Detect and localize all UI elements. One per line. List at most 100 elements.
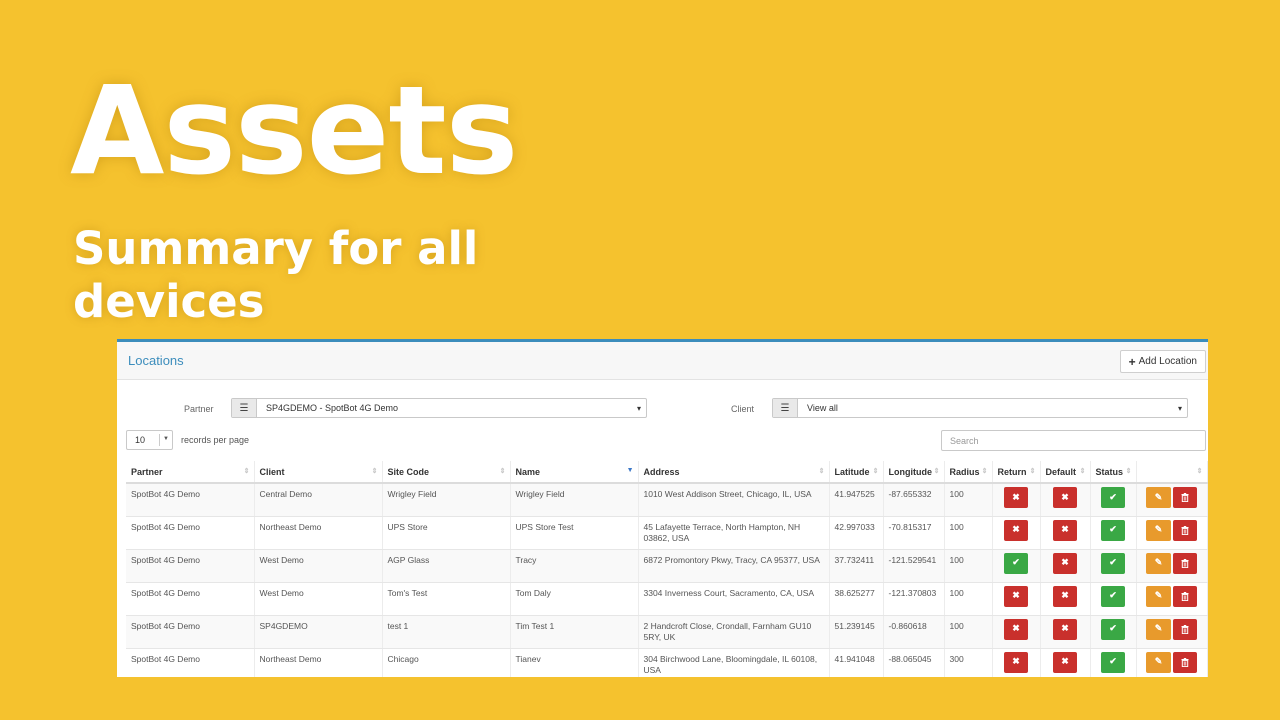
column-header-label: Partner [131, 466, 163, 477]
delete-button[interactable] [1173, 585, 1197, 607]
return-toggle-button[interactable]: ✖ [1004, 651, 1028, 673]
column-header[interactable]: Client ⇕ [254, 461, 383, 484]
list-icon: ☰ [773, 399, 798, 417]
status-toggle-button[interactable]: ✔ [1101, 552, 1125, 574]
add-location-button[interactable]: + Add Location [1119, 350, 1206, 373]
cell-longitude: -121.529541 [883, 549, 945, 583]
return-toggle-button[interactable]: ✖ [1004, 618, 1028, 640]
cell-actions: ✎ [1136, 516, 1208, 550]
column-header[interactable]: Latitude ⇕ [829, 461, 884, 484]
close-icon: ✖ [1012, 491, 1020, 502]
status-toggle-button[interactable]: ✔ [1101, 618, 1125, 640]
cell-latitude: 41.941048 [829, 648, 884, 677]
cell-longitude: -121.370803 [883, 582, 945, 616]
close-icon: ✖ [1012, 656, 1020, 667]
column-header-label: Client [259, 466, 285, 477]
delete-button[interactable] [1173, 487, 1197, 508]
locations-table: Partner ⇕ Client ⇕ Site Code ⇕ Name ▼ Address ⇕ La… [126, 461, 1208, 677]
default-toggle-button[interactable]: ✖ [1053, 651, 1077, 673]
default-toggle-button[interactable]: ✖ [1053, 618, 1077, 640]
cell-latitude: 41.947525 [829, 483, 884, 517]
column-header-label: Default [1045, 466, 1077, 477]
cell-address: 3304 Inverness Court, Sacramento, CA, US… [638, 582, 830, 616]
cell-status: ✔ [1090, 516, 1137, 550]
edit-icon: ✎ [1154, 656, 1163, 667]
column-header[interactable]: Status ⇕ [1090, 461, 1137, 484]
column-header[interactable]: Site Code ⇕ [382, 461, 511, 484]
cell-radius: 100 [944, 615, 993, 649]
delete-button[interactable] [1173, 552, 1197, 574]
check-icon: ✔ [1109, 590, 1117, 601]
status-toggle-button[interactable]: ✔ [1101, 519, 1125, 541]
cell-longitude: -70.815317 [883, 516, 945, 550]
records-per-page-select[interactable]: 10 ▼ [126, 430, 173, 450]
default-toggle-button[interactable]: ✖ [1053, 487, 1077, 508]
cell-client: SP4GDEMO [254, 615, 383, 649]
cell-status: ✔ [1090, 648, 1137, 677]
table-body: SpotBot 4G Demo Central Demo Wrigley Field… [126, 483, 1208, 677]
cell-latitude: 42.997033 [829, 516, 884, 550]
cell-partner: SpotBot 4G Demo [126, 648, 255, 677]
chevron-down-icon: ▾ [636, 403, 641, 413]
return-toggle-button[interactable]: ✖ [1004, 487, 1028, 508]
partner-select[interactable]: ☰ SP4GDEMO - SpotBot 4G Demo ▾ [231, 398, 647, 418]
cell-actions: ✎ [1136, 615, 1208, 649]
client-select[interactable]: ☰ View all ▾ [772, 398, 1188, 418]
cell-status: ✔ [1090, 615, 1137, 649]
trash-icon [1181, 525, 1189, 535]
column-header-label: Radius [949, 466, 980, 477]
column-header-label: Site Code [387, 466, 430, 477]
cell-latitude: 37.732411 [829, 549, 884, 583]
partner-label: Partner [184, 404, 214, 414]
cell-default: ✖ [1040, 516, 1091, 550]
return-toggle-button[interactable]: ✖ [1004, 519, 1028, 541]
trash-icon [1181, 657, 1189, 667]
cell-status: ✔ [1090, 582, 1137, 616]
status-toggle-button[interactable]: ✔ [1101, 585, 1125, 607]
cell-actions: ✎ [1136, 582, 1208, 616]
edit-button[interactable]: ✎ [1146, 552, 1171, 574]
close-icon: ✖ [1012, 590, 1020, 601]
column-header[interactable]: Radius ⇕ [944, 461, 993, 484]
return-toggle-button[interactable]: ✔ [1004, 552, 1028, 574]
cell-partner: SpotBot 4G Demo [126, 516, 255, 550]
delete-button[interactable] [1173, 618, 1197, 640]
column-header[interactable]: Partner ⇕ [126, 461, 255, 484]
cell-name: Tianev [510, 648, 639, 677]
edit-button[interactable]: ✎ [1146, 651, 1171, 673]
edit-button[interactable]: ✎ [1146, 618, 1171, 640]
cell-actions: ✎ [1136, 483, 1208, 517]
edit-button[interactable]: ✎ [1146, 487, 1171, 508]
sort-icon: ⇕ [243, 468, 250, 475]
cell-address: 45 Lafayette Terrace, North Hampton, NH … [638, 516, 830, 550]
default-toggle-button[interactable]: ✖ [1053, 552, 1077, 574]
trash-icon [1181, 558, 1189, 568]
sort-icon: ⇕ [872, 468, 879, 475]
column-header[interactable]: Default ⇕ [1040, 461, 1091, 484]
search-input[interactable]: Search [941, 430, 1206, 451]
delete-button[interactable] [1173, 651, 1197, 673]
edit-button[interactable]: ✎ [1146, 585, 1171, 607]
status-toggle-button[interactable]: ✔ [1101, 487, 1125, 508]
cell-default: ✖ [1040, 582, 1091, 616]
column-header[interactable]: Return ⇕ [992, 461, 1041, 484]
cell-partner: SpotBot 4G Demo [126, 582, 255, 616]
column-header[interactable]: ⇕ [1136, 461, 1208, 484]
column-header[interactable]: Name ▼ [510, 461, 639, 484]
cell-name: Tracy [510, 549, 639, 583]
column-header[interactable]: Address ⇕ [638, 461, 830, 484]
status-toggle-button[interactable]: ✔ [1101, 651, 1125, 673]
table-header-row: Partner ⇕ Client ⇕ Site Code ⇕ Name ▼ Address ⇕ La… [126, 461, 1208, 484]
cell-name: Wrigley Field [510, 483, 639, 517]
delete-button[interactable] [1173, 519, 1197, 541]
cell-radius: 100 [944, 582, 993, 616]
default-toggle-button[interactable]: ✖ [1053, 519, 1077, 541]
cell-return: ✖ [992, 516, 1041, 550]
plus-icon: + [1128, 354, 1136, 369]
default-toggle-button[interactable]: ✖ [1053, 585, 1077, 607]
close-icon: ✖ [1061, 557, 1069, 568]
column-header[interactable]: Longitude ⇕ [883, 461, 945, 484]
edit-button[interactable]: ✎ [1146, 519, 1171, 541]
close-icon: ✖ [1061, 524, 1069, 535]
return-toggle-button[interactable]: ✖ [1004, 585, 1028, 607]
